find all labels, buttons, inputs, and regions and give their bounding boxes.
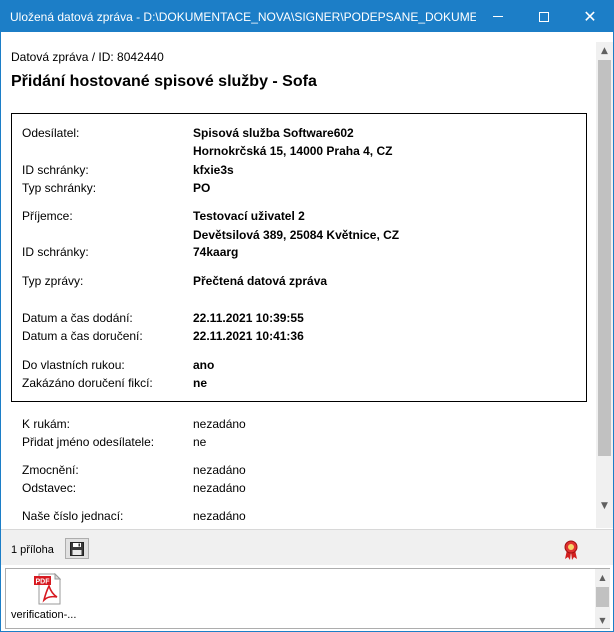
minimize-icon bbox=[493, 16, 503, 17]
sender-label: Odesílatel: bbox=[22, 126, 80, 140]
message-detail-pane: Datová zpráva / ID: 8042440 Přidání host… bbox=[1, 32, 596, 529]
scroll-thumb[interactable] bbox=[598, 60, 611, 456]
award-ribbon-icon[interactable] bbox=[562, 540, 580, 560]
authorization-value: nezadáno bbox=[193, 463, 246, 477]
our-ref-value: nezadáno bbox=[193, 509, 246, 523]
title-bar[interactable]: Uložená datová zpráva - D:\DOKUMENTACE_N… bbox=[1, 1, 613, 32]
paragraph-value: nezadáno bbox=[193, 481, 246, 495]
pdf-badge-text: PDF bbox=[36, 579, 51, 586]
paragraph-label: Odstavec: bbox=[22, 481, 77, 495]
maximize-icon bbox=[539, 11, 549, 22]
attachment-count: 1 příloha bbox=[11, 544, 54, 556]
message-subject: Přidání hostované spisové služby - Sofa bbox=[11, 73, 317, 90]
recipient-name: Testovací uživatel 2 bbox=[193, 209, 305, 223]
detail-scrollbar[interactable]: ▲ ▼ bbox=[596, 42, 613, 528]
list-scroll-down-icon[interactable]: ▼ bbox=[595, 613, 610, 627]
attachment-list: PDF verification-... ▲ ▼ bbox=[5, 568, 610, 629]
to-hands-value: nezadáno bbox=[193, 417, 246, 431]
our-ref-label: Naše číslo jednací: bbox=[22, 509, 124, 523]
received-value: 22.11.2021 10:41:36 bbox=[193, 329, 304, 343]
sender-box-id: kfxie3s bbox=[193, 163, 234, 177]
sender-name: Spisová služba Software602 bbox=[193, 126, 354, 140]
message-type: Přečtená datová zpráva bbox=[193, 274, 328, 288]
scroll-down-icon[interactable]: ▼ bbox=[596, 497, 613, 514]
personal-delivery-label: Do vlastních rukou: bbox=[22, 358, 125, 372]
floppy-disk-icon bbox=[70, 541, 84, 556]
personal-delivery-value: ano bbox=[193, 358, 215, 372]
attachment-scrollbar[interactable]: ▲ ▼ bbox=[595, 569, 610, 628]
list-scroll-up-icon[interactable]: ▲ bbox=[595, 570, 610, 584]
to-hands-label: K rukám: bbox=[22, 417, 71, 431]
list-scroll-thumb[interactable] bbox=[596, 587, 609, 607]
window-title: Uložená datová zpráva - D:\DOKUMENTACE_N… bbox=[10, 10, 476, 24]
box-type: PO bbox=[193, 181, 211, 195]
add-sender-name-value: ne bbox=[193, 435, 207, 449]
close-icon: ✕ bbox=[583, 6, 597, 26]
recipient-label: Příjemce: bbox=[22, 209, 73, 223]
delivered-label: Datum a čas dodání: bbox=[22, 311, 133, 325]
recipient-box-id-label: ID schránky: bbox=[22, 245, 89, 259]
sender-address: Hornokrčská 15, 14000 Praha 4, CZ bbox=[193, 144, 393, 158]
close-button[interactable]: ✕ bbox=[567, 1, 613, 32]
received-label: Datum a čas doručení: bbox=[22, 329, 143, 343]
maximize-button[interactable] bbox=[521, 1, 567, 32]
add-sender-name-label: Přidat jméno odesílatele: bbox=[22, 435, 155, 449]
attachments-toolbar: 1 příloha bbox=[1, 529, 613, 565]
attachment-filename: verification-... bbox=[11, 609, 77, 621]
attachment-item[interactable]: PDF verification-... bbox=[11, 573, 83, 625]
delivered-value: 22.11.2021 10:39:55 bbox=[193, 311, 304, 325]
fiction-value: ne bbox=[193, 376, 208, 390]
scroll-up-icon[interactable]: ▲ bbox=[596, 42, 613, 59]
sender-box-id-label: ID schránky: bbox=[22, 163, 89, 177]
recipient-box-id: 74kaarg bbox=[193, 245, 239, 259]
pdf-file-icon: PDF bbox=[34, 573, 61, 605]
recipient-address: Devětsilová 389, 25084 Květnice, CZ bbox=[193, 228, 400, 242]
message-window: Uložená datová zpráva - D:\DOKUMENTACE_N… bbox=[0, 0, 614, 632]
message-id: Datová zpráva / ID: 8042440 bbox=[11, 50, 164, 64]
save-attachments-button[interactable] bbox=[65, 538, 89, 559]
minimize-button[interactable] bbox=[475, 1, 521, 32]
fiction-label: Zakázáno doručení fikcí: bbox=[22, 376, 153, 390]
message-type-label: Typ zprávy: bbox=[22, 274, 84, 288]
authorization-label: Zmocnění: bbox=[22, 463, 79, 477]
box-type-label: Typ schránky: bbox=[22, 181, 97, 195]
